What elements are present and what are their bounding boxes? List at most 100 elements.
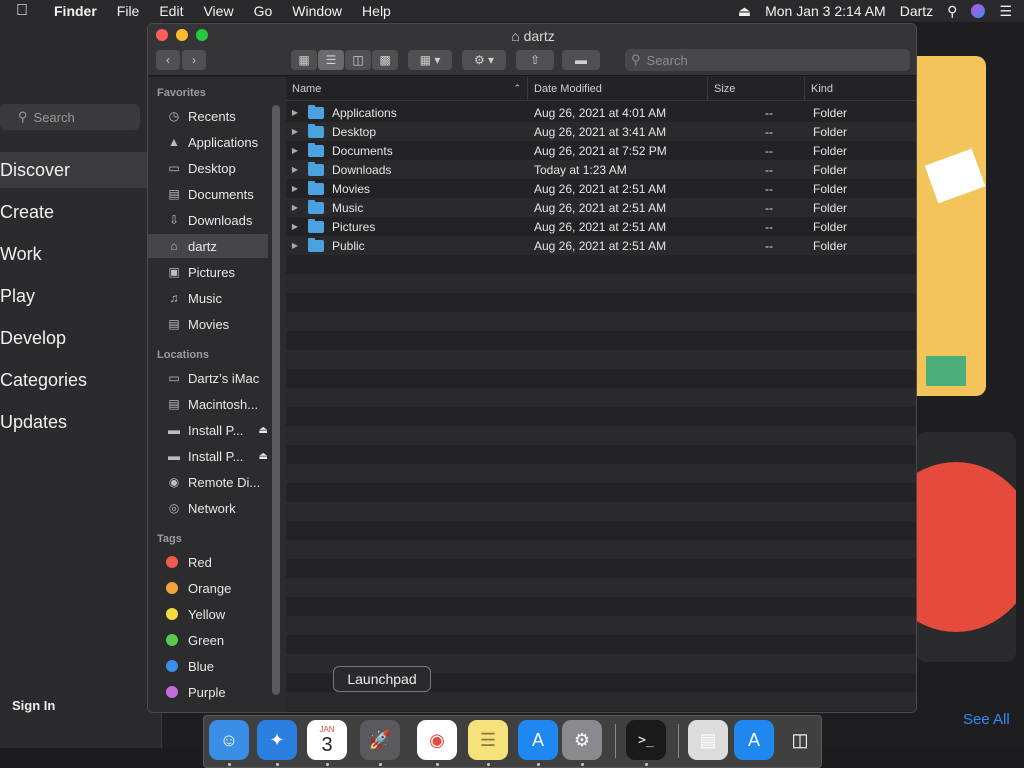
sidebar-item-dartz-s-imac[interactable]: ▭ Dartz’s iMac <box>148 366 268 390</box>
nav-updates[interactable]: Updates <box>0 404 162 440</box>
finder-icon[interactable]: ☺ <box>209 720 249 760</box>
column-size[interactable]: Size <box>708 77 805 101</box>
featured-card-games[interactable] <box>916 56 986 396</box>
eject-icon[interactable]: ⏏ <box>738 3 751 20</box>
disclosure-triangle-icon[interactable]: ▶ <box>286 241 304 250</box>
group-by-button[interactable]: ▦ ▾ <box>408 50 452 70</box>
disclosure-triangle-icon[interactable]: ▶ <box>286 184 304 193</box>
disclosure-triangle-icon[interactable]: ▶ <box>286 203 304 212</box>
sidebar-tag-red[interactable]: Red <box>148 550 268 574</box>
apple-menu-icon[interactable]:  <box>0 2 44 20</box>
nav-discover[interactable]: Discover <box>0 152 162 188</box>
disclosure-triangle-icon[interactable]: ▶ <box>286 108 304 117</box>
sidebar-tag-blue[interactable]: Blue <box>148 654 268 678</box>
terminal-icon[interactable]: >_ <box>626 720 666 760</box>
siri-icon[interactable] <box>971 4 986 18</box>
sidebar-tag-purple[interactable]: Purple <box>148 680 268 704</box>
launchpad-icon[interactable]: 🚀 <box>360 720 400 760</box>
menu-app-name[interactable]: Finder <box>44 3 107 19</box>
file-size: -- <box>765 238 773 253</box>
list-view-button[interactable]: ☰ <box>318 50 344 70</box>
icon-view-button[interactable]: ▦ <box>291 50 317 70</box>
notification-center-icon[interactable]: ☰ <box>999 3 1012 20</box>
file-row[interactable]: ▶ Applications Aug 26, 2021 at 4:01 AM -- Fo… <box>286 103 916 122</box>
eject-icon[interactable]: ⏏ <box>259 425 268 436</box>
nav-develop[interactable]: Develop <box>0 320 162 356</box>
download-icon: ⇩ <box>168 213 180 227</box>
file-row[interactable]: ▶ Public Aug 26, 2021 at 2:51 AM -- Folder <box>286 236 916 255</box>
sidebar-scrollbar[interactable] <box>272 105 280 695</box>
eject-icon[interactable]: ⏏ <box>259 451 268 462</box>
file-row[interactable]: ▶ Pictures Aug 26, 2021 at 2:51 AM -- Folder <box>286 217 916 236</box>
app-store-search-input[interactable]: ⚲ Search <box>0 104 140 130</box>
menu-user[interactable]: Dartz <box>900 3 933 19</box>
menu-go[interactable]: Go <box>244 3 283 19</box>
installer-icon[interactable]: ▤ <box>688 720 728 760</box>
file-row[interactable]: ▶ Desktop Aug 26, 2021 at 3:41 AM -- Folder <box>286 122 916 141</box>
sidebar-item-music[interactable]: ♫ Music <box>148 286 268 310</box>
sidebar-item-dartz[interactable]: ⌂ dartz <box>148 234 268 258</box>
sidebar-item-downloads[interactable]: ⇩ Downloads <box>148 208 268 232</box>
file-row[interactable]: ▶ Movies Aug 26, 2021 at 2:51 AM -- Folder <box>286 179 916 198</box>
app-store-icon[interactable]: A <box>518 720 558 760</box>
column-view-button[interactable]: ◫ <box>345 50 371 70</box>
sidebar-item-pictures[interactable]: ▣ Pictures <box>148 260 268 284</box>
system-preferences-icon[interactable]: ⚙ <box>562 720 602 760</box>
sidebar-tag-yellow[interactable]: Yellow <box>148 602 268 626</box>
nav-work[interactable]: Work <box>0 236 162 272</box>
sidebar-item-documents[interactable]: ▤ Documents <box>148 182 268 206</box>
sidebar-item-install-p[interactable]: ▬ Install P... ⏏ <box>148 444 268 468</box>
sidebar-tag-orange[interactable]: Orange <box>148 576 268 600</box>
share-button[interactable]: ⇧ <box>516 50 554 70</box>
app-store-installer-icon[interactable]: A <box>734 720 774 760</box>
tags-button[interactable]: ▬ <box>562 50 600 70</box>
menu-window[interactable]: Window <box>282 3 352 19</box>
sidebar-item-macintosh[interactable]: ▤ Macintosh... <box>148 392 268 416</box>
sidebar-item-recents[interactable]: ◷ Recents <box>148 104 268 128</box>
trash-icon[interactable]: ◫ <box>780 720 820 760</box>
sidebar-item-applications[interactable]: ▲ Applications <box>148 130 268 154</box>
back-button[interactable]: ‹ <box>156 50 180 70</box>
column-kind[interactable]: Kind <box>805 77 916 101</box>
file-row[interactable]: ▶ Documents Aug 26, 2021 at 7:52 PM -- Folde… <box>286 141 916 160</box>
sidebar-item-movies[interactable]: ▤ Movies <box>148 312 268 336</box>
disclosure-triangle-icon[interactable]: ▶ <box>286 165 304 174</box>
gallery-view-button[interactable]: ▩ <box>372 50 398 70</box>
sidebar-item-network[interactable]: ◎ Network <box>148 496 268 520</box>
disclosure-triangle-icon[interactable]: ▶ <box>286 146 304 155</box>
sidebar-item-remote-di[interactable]: ◉ Remote Di... <box>148 470 268 494</box>
featured-card-star-wars[interactable] <box>916 432 1016 662</box>
forward-button[interactable]: › <box>182 50 206 70</box>
dock-tooltip: Launchpad <box>333 666 431 698</box>
see-all-link[interactable]: See All <box>963 711 1010 728</box>
spotlight-icon[interactable]: ⚲ <box>947 3 957 20</box>
file-row[interactable]: ▶ Downloads Today at 1:23 AM -- Folder <box>286 160 916 179</box>
column-name[interactable]: Name ⌃ <box>286 77 528 101</box>
file-size: -- <box>765 219 773 234</box>
column-date-modified[interactable]: Date Modified <box>528 77 708 101</box>
sidebar-item-desktop[interactable]: ▭ Desktop <box>148 156 268 180</box>
sidebar-item-label: Applications <box>188 134 259 150</box>
empty-row <box>286 597 916 616</box>
menu-edit[interactable]: Edit <box>149 3 193 19</box>
file-row[interactable]: ▶ Music Aug 26, 2021 at 2:51 AM -- Folder <box>286 198 916 217</box>
safari-icon[interactable]: ✦ <box>257 720 297 760</box>
sign-in-button[interactable]: Sign In <box>12 698 55 713</box>
sidebar-tag-green[interactable]: Green <box>148 628 268 652</box>
disclosure-triangle-icon[interactable]: ▶ <box>286 127 304 136</box>
menu-view[interactable]: View <box>193 3 243 19</box>
nav-play[interactable]: Play <box>0 278 162 314</box>
calendar-icon[interactable]: JAN 3 <box>307 720 347 760</box>
sidebar-item-label: Movies <box>188 316 230 332</box>
action-gear-button[interactable]: ⚙ ▾ <box>462 50 506 70</box>
nav-create[interactable]: Create <box>0 194 162 230</box>
menu-datetime[interactable]: Mon Jan 3 2:14 AM <box>765 3 886 19</box>
chrome-icon[interactable]: ◉ <box>417 720 457 760</box>
menu-help[interactable]: Help <box>352 3 401 19</box>
notes-icon[interactable]: ☰ <box>468 720 508 760</box>
finder-search-input[interactable]: ⚲ Search <box>625 49 910 71</box>
sidebar-item-install-p[interactable]: ▬ Install P... ⏏ <box>148 418 268 442</box>
disclosure-triangle-icon[interactable]: ▶ <box>286 222 304 231</box>
menu-file[interactable]: File <box>107 3 150 19</box>
nav-categories[interactable]: Categories <box>0 362 162 398</box>
